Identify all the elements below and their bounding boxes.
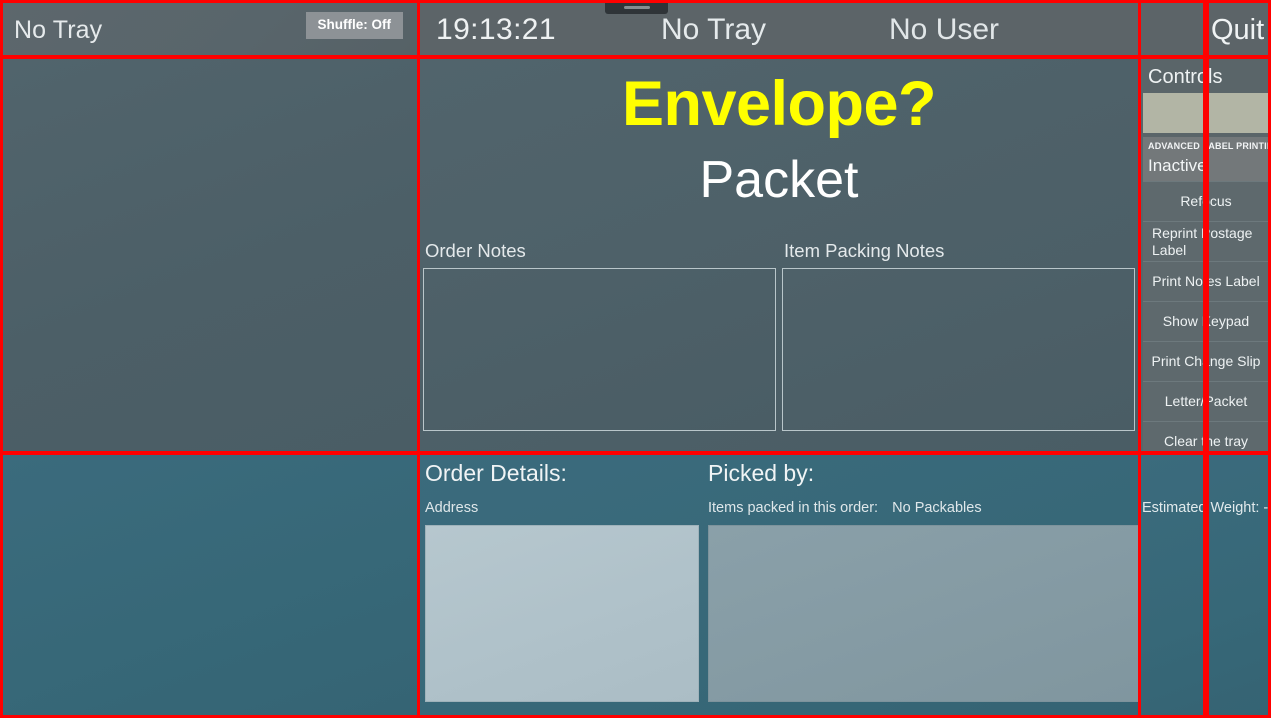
items-packed-label: Items packed in this order: xyxy=(708,500,879,516)
packed-items-box[interactable] xyxy=(708,524,1141,702)
control-swatch-1[interactable] xyxy=(1143,93,1205,133)
order-details-panel: Order Details: Address Picked by: Items … xyxy=(417,452,1141,716)
address-label: Address xyxy=(425,500,479,516)
quit-button[interactable]: Quit xyxy=(1205,2,1271,58)
order-notes-column: Order Notes xyxy=(423,240,776,431)
tray-status-panel: No Tray Shuffle: Off xyxy=(0,0,417,58)
controls-swatch-row xyxy=(1141,87,1271,133)
order-details-column: Order Details: Address xyxy=(417,462,707,516)
tray-status-label: No Tray xyxy=(660,13,767,46)
main-content-panel: Envelope? Packet Order Notes Item Packin… xyxy=(417,58,1141,452)
tray-status-left-label: No Tray xyxy=(14,15,103,44)
control-swatch-2[interactable] xyxy=(1207,93,1269,133)
advanced-label-printing-state: Inactive xyxy=(1148,156,1207,175)
print-notes-label-button[interactable]: Print Notes Label xyxy=(1143,261,1269,301)
packing-station-window: No Tray Shuffle: Off 19:13:21 No Tray No… xyxy=(0,0,1271,718)
left-scan-panel xyxy=(0,58,417,452)
show-keypad-button[interactable]: Show Keypad xyxy=(1143,301,1269,341)
address-box[interactable] xyxy=(425,524,699,702)
order-notes-box[interactable] xyxy=(423,268,776,431)
drag-handle-bar xyxy=(623,6,650,9)
estimated-weight-panel: Estimated Weight: -g xyxy=(1141,452,1271,716)
letter-packet-button[interactable]: Letter/Packet xyxy=(1143,381,1269,421)
order-details-header: Order Details: Address Picked by: Items … xyxy=(417,452,1141,516)
user-status-label: No User xyxy=(889,13,1000,46)
advanced-label-printing-title: ADVANCED LABEL PRINTING xyxy=(1148,141,1271,151)
item-packing-notes-label: Item Packing Notes xyxy=(784,240,945,261)
print-change-slip-button[interactable]: Print Change Slip xyxy=(1143,341,1269,381)
picked-by-title: Picked by: xyxy=(708,460,815,486)
advanced-label-printing-status: ADVANCED LABEL PRINTING Inactive xyxy=(1143,137,1271,181)
status-bar: 19:13:21 No Tray No User Quit xyxy=(417,0,1271,58)
notes-row: Order Notes Item Packing Notes xyxy=(423,240,1135,431)
controls-panel: Controls ADVANCED LABEL PRINTING Inactiv… xyxy=(1141,58,1271,461)
controls-title: Controls xyxy=(1148,66,1223,88)
estimated-weight-label: Estimated Weight: -g xyxy=(1142,500,1271,516)
items-packed-value: No Packables xyxy=(892,500,982,516)
order-details-boxes xyxy=(417,524,1141,702)
shuffle-toggle-button[interactable]: Shuffle: Off xyxy=(305,12,403,39)
item-packing-notes-column: Item Packing Notes xyxy=(782,240,1135,431)
clock-display: 19:13:21 xyxy=(436,13,556,46)
page-subtitle: Packet xyxy=(699,151,859,209)
items-packed-line: Items packed in this order: No Packables xyxy=(708,501,1141,516)
item-packing-notes-box[interactable] xyxy=(782,268,1135,431)
page-title: Envelope? xyxy=(621,69,937,139)
order-details-title: Order Details: xyxy=(425,460,567,486)
order-notes-label: Order Notes xyxy=(425,240,526,261)
top-bar: No Tray Shuffle: Off 19:13:21 No Tray No… xyxy=(0,0,1271,58)
header-blank-slot xyxy=(1137,2,1205,58)
picked-by-column: Picked by: Items packed in this order: N… xyxy=(707,462,1141,516)
reprint-postage-label-button[interactable]: Reprint Postage Label xyxy=(1143,221,1269,261)
left-lower-panel xyxy=(0,452,417,716)
window-drag-handle[interactable] xyxy=(605,2,668,14)
refocus-button[interactable]: Refocus xyxy=(1143,181,1269,221)
